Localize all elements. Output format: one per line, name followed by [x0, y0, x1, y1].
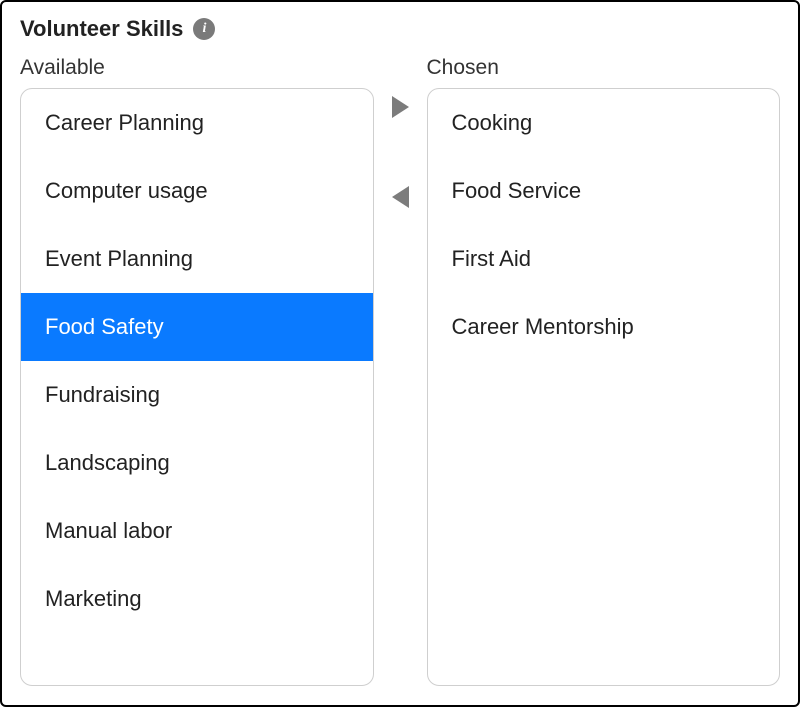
list-item[interactable]: Fundraising: [21, 361, 373, 429]
transfer-controls: [374, 56, 427, 208]
move-left-button[interactable]: [392, 186, 409, 208]
available-column: Available Career PlanningComputer usageE…: [20, 56, 374, 686]
list-item[interactable]: Career Mentorship: [428, 293, 780, 361]
dual-listbox: Available Career PlanningComputer usageE…: [20, 56, 780, 686]
list-item[interactable]: Manual labor: [21, 497, 373, 565]
list-item[interactable]: Marketing: [21, 565, 373, 633]
list-item[interactable]: Computer usage: [21, 157, 373, 225]
list-item[interactable]: Event Planning: [21, 225, 373, 293]
list-item[interactable]: Food Safety: [21, 293, 373, 361]
available-label: Available: [20, 56, 374, 80]
list-item[interactable]: Landscaping: [21, 429, 373, 497]
info-icon[interactable]: i: [193, 18, 215, 40]
list-item[interactable]: Food Service: [428, 157, 780, 225]
list-item[interactable]: Cooking: [428, 89, 780, 157]
list-item[interactable]: Career Planning: [21, 89, 373, 157]
list-item[interactable]: First Aid: [428, 225, 780, 293]
available-listbox[interactable]: Career PlanningComputer usageEvent Plann…: [20, 88, 374, 686]
move-right-button[interactable]: [392, 96, 409, 118]
chosen-listbox[interactable]: CookingFood ServiceFirst AidCareer Mento…: [427, 88, 781, 686]
volunteer-skills-panel: Volunteer Skills i Available Career Plan…: [0, 0, 800, 707]
panel-header: Volunteer Skills i: [20, 16, 780, 42]
panel-title: Volunteer Skills: [20, 16, 183, 42]
chosen-column: Chosen CookingFood ServiceFirst AidCaree…: [427, 56, 781, 686]
chosen-label: Chosen: [427, 56, 781, 80]
